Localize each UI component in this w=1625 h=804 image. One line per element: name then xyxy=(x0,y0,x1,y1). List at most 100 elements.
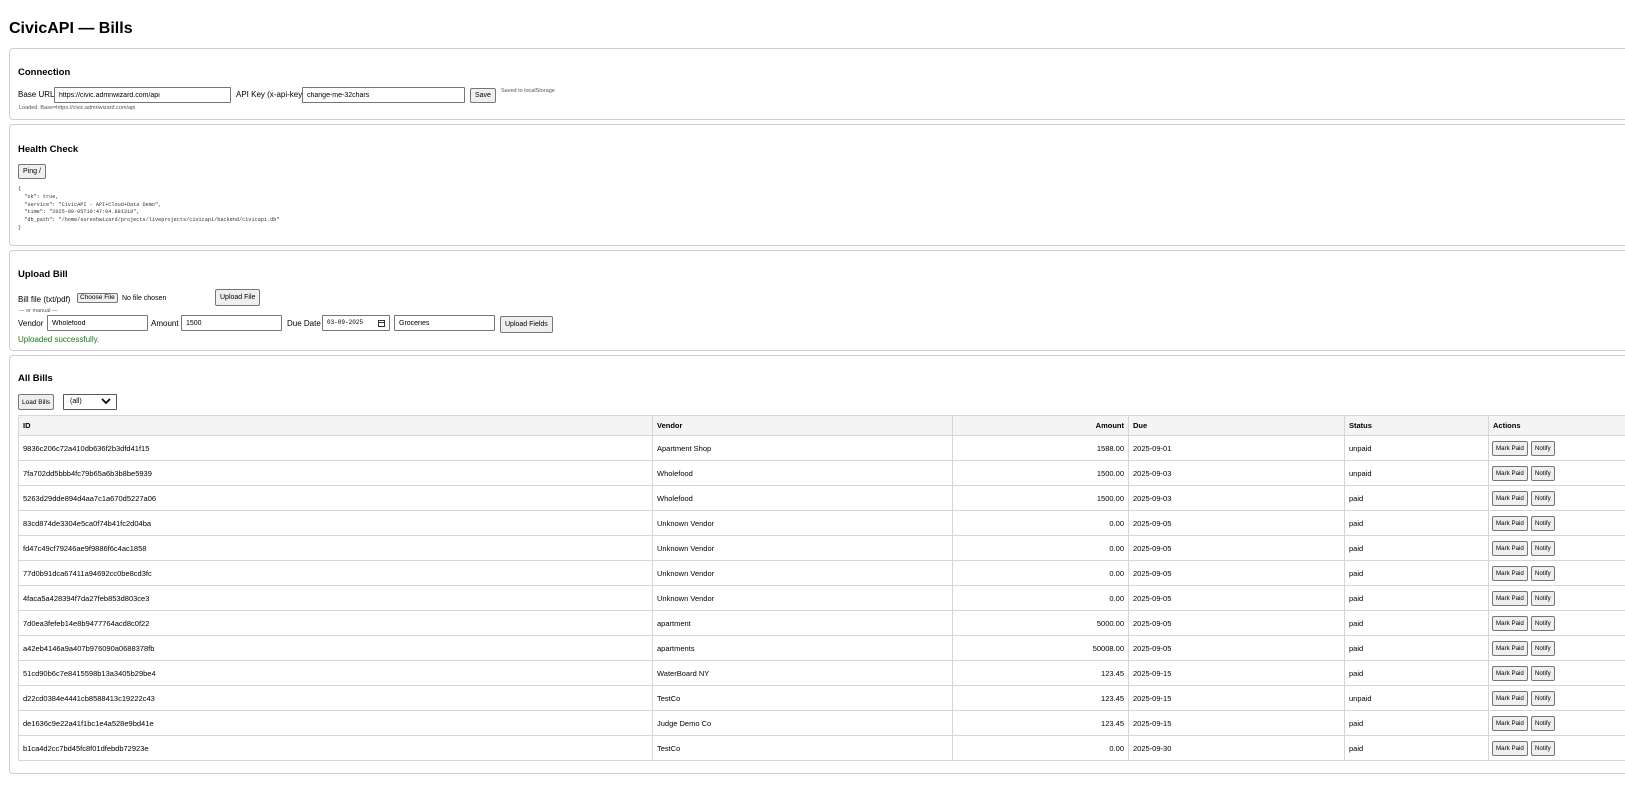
bill-id-cell: 4faca5a428394f7da27feb853d803ce3 xyxy=(18,585,653,611)
table-row: 77d0b91dca67411a94692cc0be8cd3fc Unknown … xyxy=(18,560,1625,586)
vendor-cell: apartment xyxy=(652,610,953,636)
actions-cell: Mark Paid Notify xyxy=(1488,510,1625,536)
status-cell: paid xyxy=(1344,535,1489,561)
mark-paid-button[interactable]: Mark Paid xyxy=(1492,715,1528,731)
table-header-row: ID Vendor Amount Due Status Actions xyxy=(18,415,1625,436)
actions-cell: Mark Paid Notify xyxy=(1488,635,1625,661)
notify-button[interactable]: Notify xyxy=(1530,590,1555,606)
category-input[interactable] xyxy=(394,315,495,331)
vendor-cell: Unknown Vendor xyxy=(652,560,953,586)
mark-paid-button[interactable]: Mark Paid xyxy=(1492,640,1528,656)
notify-button[interactable]: Notify xyxy=(1530,465,1555,481)
notify-button[interactable]: Notify xyxy=(1530,690,1555,706)
status-filter-select[interactable]: (all) xyxy=(63,394,117,410)
mark-paid-button[interactable]: Mark Paid xyxy=(1492,465,1528,481)
notify-button[interactable]: Notify xyxy=(1530,715,1555,731)
mark-paid-button[interactable]: Mark Paid xyxy=(1492,540,1528,556)
notify-button[interactable]: Notify xyxy=(1530,440,1555,456)
table-row: 7d0ea3fefeb14e8b9477764acd8c0f22 apartmen… xyxy=(18,610,1625,636)
load-bills-button[interactable]: Load Bills xyxy=(18,394,55,410)
mark-paid-button[interactable]: Mark Paid xyxy=(1492,515,1528,531)
due-date-cell: 2025-09-15 xyxy=(1128,710,1345,736)
bill-id-cell: 5263d29dde894d4aa7c1a670d5227a06 xyxy=(18,485,653,511)
api-key-input[interactable] xyxy=(302,87,465,103)
actions-cell: Mark Paid Notify xyxy=(1488,585,1625,611)
notify-button[interactable]: Notify xyxy=(1530,565,1555,581)
vendor-cell: apartments xyxy=(652,635,953,661)
amount-cell: 50008.00 xyxy=(952,635,1129,661)
vendor-cell: TestCo xyxy=(652,735,953,761)
ping-button[interactable]: Ping / xyxy=(18,164,46,179)
vendor-cell: Unknown Vendor xyxy=(652,585,953,611)
status-cell: unpaid xyxy=(1344,435,1489,461)
vendor-label: Vendor xyxy=(18,319,44,328)
bill-id-cell: 7d0ea3fefeb14e8b9477764acd8c0f22 xyxy=(18,610,653,636)
table-row: fd47c49cf79246ae9f9886f6c4ac1858 Unknown … xyxy=(18,535,1625,561)
save-button[interactable]: Save xyxy=(470,88,496,103)
actions-cell: Mark Paid Notify xyxy=(1488,460,1625,486)
upload-bill-panel: Upload Bill Bill file (txt/pdf) Choose F… xyxy=(9,250,1625,351)
due-date-cell: 2025-09-03 xyxy=(1128,460,1345,486)
mark-paid-button[interactable]: Mark Paid xyxy=(1492,690,1528,706)
upload-bill-heading: Upload Bill xyxy=(18,269,68,280)
column-header-amount[interactable]: Amount xyxy=(952,415,1129,436)
column-header-status[interactable]: Status xyxy=(1344,415,1489,436)
amount-cell: 0.00 xyxy=(952,735,1129,761)
actions-cell: Mark Paid Notify xyxy=(1488,710,1625,736)
column-header-due[interactable]: Due xyxy=(1128,415,1345,436)
vendor-cell: TestCo xyxy=(652,685,953,711)
upload-file-button[interactable]: Upload File xyxy=(215,289,261,306)
table-row: a42eb4146a9a407b976090a0688378fb apartmen… xyxy=(18,635,1625,661)
notify-button[interactable]: Notify xyxy=(1530,540,1555,556)
notify-button[interactable]: Notify xyxy=(1530,740,1555,756)
vendor-cell: Unknown Vendor xyxy=(652,535,953,561)
mark-paid-button[interactable]: Mark Paid xyxy=(1492,440,1528,456)
choose-file-button[interactable]: Choose File xyxy=(77,293,118,303)
bill-id-cell: b1ca4d2cc7bd45fc8f01dfebdb72923e xyxy=(18,735,653,761)
status-cell: paid xyxy=(1344,610,1489,636)
api-key-label: API Key (x-api-key) xyxy=(236,90,305,99)
upload-fields-button[interactable]: Upload Fields xyxy=(500,316,553,333)
due-date-input[interactable]: 03-09-2025 xyxy=(322,315,390,331)
vendor-input[interactable] xyxy=(47,315,148,331)
vendor-cell: Apartment Shop xyxy=(652,435,953,461)
no-file-text: No file chosen xyxy=(122,295,167,302)
connection-heading: Connection xyxy=(18,67,71,78)
amount-input[interactable] xyxy=(181,315,282,331)
base-url-input[interactable] xyxy=(54,87,231,103)
vendor-cell: Judge Demo Co xyxy=(652,710,953,736)
health-response: { "ok": true, "service": "CivicAPI - API… xyxy=(18,186,280,231)
table-row: 83cd874de3304e5ca0f74b41fc2d04ba Unknown … xyxy=(18,510,1625,536)
table-row: de1636c9e22a41f1bc1e4a528e9bd41e Judge De… xyxy=(18,710,1625,736)
health-check-panel: Health Check Ping / { "ok": true, "servi… xyxy=(9,124,1625,246)
due-date-cell: 2025-09-05 xyxy=(1128,535,1345,561)
column-header-vendor[interactable]: Vendor xyxy=(652,415,953,436)
mark-paid-button[interactable]: Mark Paid xyxy=(1492,565,1528,581)
notify-button[interactable]: Notify xyxy=(1530,615,1555,631)
notify-button[interactable]: Notify xyxy=(1530,490,1555,506)
notify-button[interactable]: Notify xyxy=(1530,515,1555,531)
mark-paid-button[interactable]: Mark Paid xyxy=(1492,665,1528,681)
mark-paid-button[interactable]: Mark Paid xyxy=(1492,590,1528,606)
status-cell: unpaid xyxy=(1344,685,1489,711)
mark-paid-button[interactable]: Mark Paid xyxy=(1492,615,1528,631)
due-date-cell: 2025-09-03 xyxy=(1128,485,1345,511)
calendar-icon[interactable] xyxy=(378,320,385,327)
page: CivicAPI — Bills Connection Base URL API… xyxy=(0,0,1625,774)
amount-cell: 123.45 xyxy=(952,710,1129,736)
actions-cell: Mark Paid Notify xyxy=(1488,610,1625,636)
table-row: 51cd90b6c7e8415598b13a3405b29be4 WaterBoa… xyxy=(18,660,1625,686)
due-date-label: Due Date xyxy=(287,319,321,328)
column-header-id[interactable]: ID xyxy=(18,415,653,436)
bill-file-label: Bill file (txt/pdf) xyxy=(18,295,71,304)
mark-paid-button[interactable]: Mark Paid xyxy=(1492,740,1528,756)
actions-cell: Mark Paid Notify xyxy=(1488,660,1625,686)
amount-cell: 0.00 xyxy=(952,535,1129,561)
amount-cell: 0.00 xyxy=(952,560,1129,586)
notify-button[interactable]: Notify xyxy=(1530,665,1555,681)
or-manual-divider: — or manual — xyxy=(19,308,58,314)
chevron-down-icon xyxy=(101,398,111,407)
mark-paid-button[interactable]: Mark Paid xyxy=(1492,490,1528,506)
notify-button[interactable]: Notify xyxy=(1530,640,1555,656)
vendor-cell: WaterBoard NY xyxy=(652,660,953,686)
